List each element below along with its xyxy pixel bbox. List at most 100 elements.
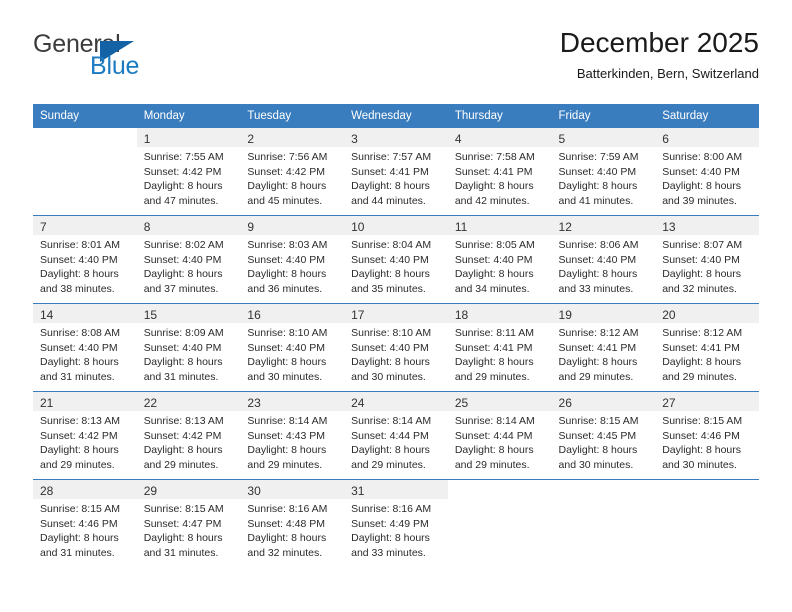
calendar-day-empty — [551, 479, 656, 567]
day-number-band: 3 — [344, 128, 448, 147]
day-detail-line: Sunrise: 8:03 AM — [247, 239, 328, 251]
day-number: 23 — [247, 396, 261, 410]
day-detail-line: Sunrise: 8:13 AM — [40, 415, 120, 427]
day-detail-line: Sunrise: 8:13 AM — [143, 415, 224, 427]
day-detail-line: Sunrise: 8:10 AM — [247, 327, 328, 339]
calendar-week-row: 28 Sunrise: 8:15 AM Sunset: 4:46 PM Dayligh… — [33, 479, 759, 567]
weekday-header-sunday: Sunday — [33, 104, 137, 127]
calendar-day-cell[interactable]: 16 Sunrise: 8:10 AM Sunset: 4:40 PM Dayligh… — [240, 303, 345, 391]
calendar-day-cell[interactable]: 11 Sunrise: 8:05 AM Sunset: 4:40 PM Dayligh… — [447, 215, 552, 303]
calendar-day-cell[interactable]: 19 Sunrise: 8:12 AM Sunset: 4:41 PM Dayligh… — [551, 303, 656, 391]
calendar-day-cell[interactable]: 7 Sunrise: 8:01 AM Sunset: 4:40 PM Daylight… — [33, 215, 137, 303]
day-number-band: 10 — [344, 216, 448, 235]
day-detail-line: Sunset: 4:40 PM — [662, 253, 740, 266]
day-details: Sunrise: 8:04 AM Sunset: 4:40 PM Daylight:… — [344, 235, 448, 296]
calendar-day-cell[interactable]: 28 Sunrise: 8:15 AM Sunset: 4:46 PM Dayligh… — [33, 479, 137, 567]
day-number: 24 — [351, 396, 365, 410]
calendar-day-cell[interactable]: 10 Sunrise: 8:04 AM Sunset: 4:40 PM Dayligh… — [344, 215, 448, 303]
day-detail-line: Daylight: 8 hours — [351, 268, 430, 280]
day-detail-line: Sunset: 4:46 PM — [662, 429, 740, 442]
calendar-day-cell[interactable]: 23 Sunrise: 8:14 AM Sunset: 4:43 PM Dayligh… — [240, 391, 345, 479]
day-number-band: 26 — [551, 392, 656, 411]
calendar-day-cell[interactable]: 29 Sunrise: 8:15 AM Sunset: 4:47 PM Dayligh… — [136, 479, 241, 567]
calendar-day-cell[interactable] — [551, 479, 656, 567]
day-number-band: 2 — [240, 128, 345, 147]
day-detail-line: Daylight: 8 hours — [143, 268, 223, 280]
calendar-day-cell[interactable]: 2 Sunrise: 7:56 AM Sunset: 4:42 PM Daylight… — [240, 127, 345, 215]
calendar-day-cell[interactable]: 12 Sunrise: 8:06 AM Sunset: 4:40 PM Dayligh… — [551, 215, 656, 303]
day-detail-line: Sunset: 4:40 PM — [143, 253, 222, 266]
day-detail-line: Sunset: 4:42 PM — [247, 165, 326, 178]
calendar-day-cell[interactable]: 9 Sunrise: 8:03 AM Sunset: 4:40 PM Daylight… — [240, 215, 345, 303]
calendar-day-cell[interactable]: 8 Sunrise: 8:02 AM Sunset: 4:40 PM Daylight… — [136, 215, 241, 303]
day-number: 6 — [662, 132, 669, 146]
calendar-day-cell[interactable]: 22 Sunrise: 8:13 AM Sunset: 4:42 PM Dayligh… — [136, 391, 241, 479]
day-number-band: 18 — [447, 304, 552, 323]
day-number-band: 29 — [136, 480, 241, 499]
day-detail-line: and 47 minutes. — [143, 194, 219, 207]
calendar-day-cell[interactable]: 26 Sunrise: 8:15 AM Sunset: 4:45 PM Dayligh… — [551, 391, 656, 479]
calendar-day-cell[interactable]: 14 Sunrise: 8:08 AM Sunset: 4:40 PM Dayligh… — [33, 303, 137, 391]
day-detail-line: Sunset: 4:40 PM — [143, 341, 222, 354]
day-details: Sunrise: 8:05 AM Sunset: 4:40 PM Daylight:… — [448, 235, 552, 296]
calendar-day-cell[interactable] — [655, 479, 759, 567]
day-detail-line: Daylight: 8 hours — [558, 444, 638, 456]
day-detail-line: Sunrise: 8:07 AM — [662, 239, 743, 251]
day-detail-line: Sunrise: 8:04 AM — [351, 239, 432, 251]
calendar-day-28: 28 Sunrise: 8:15 AM Sunset: 4:46 PM Dayligh… — [33, 479, 137, 567]
day-detail-line: Sunrise: 8:16 AM — [247, 503, 328, 515]
day-details: Sunrise: 7:59 AM Sunset: 4:40 PM Daylight:… — [552, 147, 656, 208]
calendar-day-cell[interactable]: 3 Sunrise: 7:57 AM Sunset: 4:41 PM Daylight… — [344, 127, 448, 215]
calendar-day-8: 8 Sunrise: 8:02 AM Sunset: 4:40 PM Daylight… — [136, 215, 241, 303]
calendar-day-cell[interactable]: 4 Sunrise: 7:58 AM Sunset: 4:41 PM Daylight… — [447, 127, 552, 215]
brand-logo[interactable]: General Blue — [33, 32, 213, 88]
calendar-day-cell[interactable]: 30 Sunrise: 8:16 AM Sunset: 4:48 PM Dayligh… — [240, 479, 345, 567]
calendar-day-cell[interactable]: 1 Sunrise: 7:55 AM Sunset: 4:42 PM Daylight… — [136, 127, 241, 215]
day-detail-line: and 31 minutes. — [40, 370, 115, 383]
calendar-day-cell[interactable]: 18 Sunrise: 8:11 AM Sunset: 4:41 PM Dayligh… — [447, 303, 552, 391]
weekday-header-monday: Monday — [136, 104, 241, 127]
calendar-day-cell[interactable]: 15 Sunrise: 8:09 AM Sunset: 4:40 PM Dayligh… — [136, 303, 241, 391]
day-number-band: 31 — [344, 480, 448, 499]
day-detail-line: Sunrise: 8:15 AM — [40, 503, 120, 515]
day-number: 3 — [351, 132, 358, 146]
day-detail-line: Sunset: 4:46 PM — [40, 517, 118, 530]
day-detail-line: and 29 minutes. — [662, 370, 737, 383]
day-detail-line: and 36 minutes. — [247, 282, 323, 295]
calendar-day-cell[interactable]: 27 Sunrise: 8:15 AM Sunset: 4:46 PM Dayligh… — [655, 391, 759, 479]
day-number: 19 — [558, 308, 572, 322]
day-detail-line: and 42 minutes. — [454, 194, 530, 207]
calendar-day-cell[interactable] — [447, 479, 552, 567]
day-number: 5 — [558, 132, 566, 146]
calendar-day-cell[interactable]: 6 Sunrise: 8:00 AM Sunset: 4:40 PM Daylight… — [655, 127, 759, 215]
calendar-day-1: 1 Sunrise: 7:55 AM Sunset: 4:42 PM Daylight… — [136, 127, 241, 215]
calendar-day-cell[interactable]: 5 Sunrise: 7:59 AM Sunset: 4:40 PM Daylight… — [551, 127, 656, 215]
calendar-day-22: 22 Sunrise: 8:13 AM Sunset: 4:42 PM Dayligh… — [136, 391, 241, 479]
day-number: 13 — [662, 220, 676, 234]
calendar-day-cell[interactable]: 21 Sunrise: 8:13 AM Sunset: 4:42 PM Dayligh… — [33, 391, 137, 479]
day-number: 30 — [247, 484, 261, 498]
day-detail-line: Daylight: 8 hours — [143, 532, 223, 544]
day-detail-line: Daylight: 8 hours — [662, 180, 742, 192]
day-detail-line: Sunrise: 8:01 AM — [40, 239, 120, 251]
day-detail-line: and 30 minutes. — [558, 458, 634, 471]
calendar-day-21: 21 Sunrise: 8:13 AM Sunset: 4:42 PM Dayligh… — [33, 391, 137, 479]
day-number: 17 — [351, 308, 365, 322]
calendar-day-cell[interactable]: 24 Sunrise: 8:14 AM Sunset: 4:44 PM Dayligh… — [344, 391, 448, 479]
day-details: Sunrise: 8:01 AM Sunset: 4:40 PM Daylight:… — [33, 235, 137, 296]
day-detail-line: Sunset: 4:41 PM — [351, 165, 429, 178]
calendar-day-cell[interactable] — [33, 127, 137, 215]
calendar-week-row: 14 Sunrise: 8:08 AM Sunset: 4:40 PM Dayligh… — [33, 303, 759, 391]
calendar-day-cell[interactable]: 25 Sunrise: 8:14 AM Sunset: 4:44 PM Dayligh… — [447, 391, 552, 479]
day-details: Sunrise: 8:14 AM Sunset: 4:43 PM Daylight:… — [240, 411, 344, 472]
day-detail-line: Sunset: 4:40 PM — [351, 341, 429, 354]
calendar-day-cell[interactable]: 20 Sunrise: 8:12 AM Sunset: 4:41 PM Dayligh… — [655, 303, 759, 391]
day-detail-line: Sunrise: 8:14 AM — [351, 415, 432, 427]
calendar-day-cell[interactable]: 31 Sunrise: 8:16 AM Sunset: 4:49 PM Dayligh… — [344, 479, 448, 567]
day-detail-line: Sunrise: 8:09 AM — [143, 327, 224, 339]
day-detail-line: and 39 minutes. — [662, 194, 737, 207]
calendar-day-cell[interactable]: 13 Sunrise: 8:07 AM Sunset: 4:40 PM Dayligh… — [655, 215, 759, 303]
calendar-day-cell[interactable]: 17 Sunrise: 8:10 AM Sunset: 4:40 PM Dayligh… — [344, 303, 448, 391]
day-number: 1 — [143, 132, 151, 146]
day-detail-line: Sunset: 4:40 PM — [558, 253, 637, 266]
